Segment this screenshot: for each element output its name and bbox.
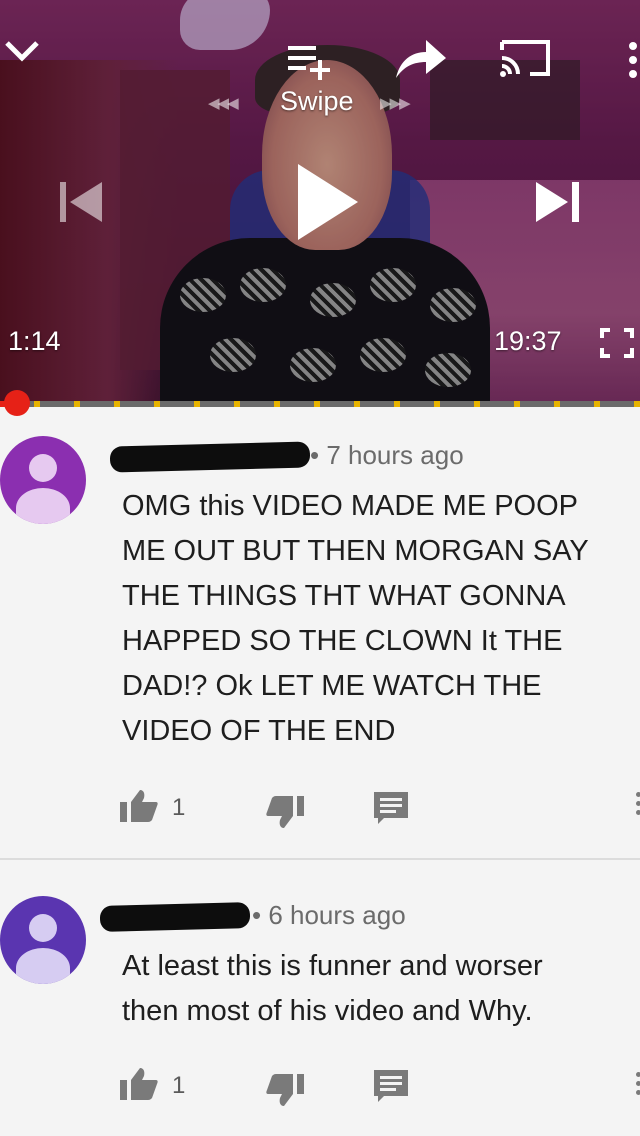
comment-timestamp: • 7 hours ago	[310, 440, 464, 470]
comment-line: At least this is funner and worser	[122, 950, 543, 982]
comment-line: THE THINGS THT WHAT GONNA	[122, 580, 566, 612]
chevron-down-icon[interactable]	[4, 40, 40, 64]
fullscreen-icon[interactable]	[600, 328, 634, 358]
progress-scrubber[interactable]	[4, 390, 30, 416]
comment-actions: 1	[120, 790, 640, 830]
comment-text: OMG this VIDEO MADE ME POOP ME OUT BUT T…	[122, 484, 622, 754]
next-icon[interactable]	[536, 182, 580, 222]
duration: 19:37	[494, 326, 562, 356]
comment-actions: 1	[120, 1068, 640, 1108]
comment-line: ME OUT BUT THEN MORGAN SAY	[122, 535, 589, 567]
like-count: 1	[172, 1072, 186, 1099]
comment-timestamp: • 6 hours ago	[252, 900, 406, 930]
play-icon[interactable]	[298, 164, 358, 240]
comment-line: VIDEO OF THE END	[122, 715, 396, 747]
comment-divider	[0, 858, 640, 860]
swipe-left-arrows: ◀◀◀	[208, 95, 239, 112]
more-vert-icon[interactable]	[636, 1072, 640, 1099]
progress-track[interactable]	[0, 401, 640, 407]
thumbs-down-icon[interactable]	[266, 796, 304, 828]
comment-line: then most of his video and Why.	[122, 995, 533, 1027]
avatar[interactable]	[0, 896, 86, 984]
comment-line: HAPPED SO THE CLOWN It THE	[122, 625, 563, 657]
previous-icon[interactable]	[60, 182, 102, 222]
swipe-right-arrows: ▶▶▶	[380, 95, 411, 112]
thumbs-down-icon[interactable]	[266, 1074, 304, 1106]
reply-icon[interactable]	[374, 792, 408, 826]
redacted-username	[99, 902, 251, 932]
avatar[interactable]	[0, 436, 86, 524]
redacted-username	[109, 441, 311, 473]
swipe-label: Swipe	[280, 86, 354, 116]
more-vert-icon[interactable]	[636, 792, 640, 819]
share-icon[interactable]	[396, 38, 446, 78]
comment-text: At least this is funner and worser then …	[122, 944, 622, 1034]
reply-icon[interactable]	[374, 1070, 408, 1104]
more-vert-icon[interactable]	[627, 42, 639, 82]
thumbs-up-icon[interactable]	[120, 1068, 158, 1100]
video-player[interactable]: ◀◀◀ Swipe ▶▶▶ 1:14 19:37	[0, 0, 640, 402]
comment-line: DAD!? Ok LET ME WATCH THE	[122, 670, 542, 702]
like-count: 1	[172, 794, 186, 821]
add-to-playlist-icon[interactable]	[288, 44, 334, 80]
cast-icon[interactable]	[500, 38, 552, 78]
current-time: 1:14	[8, 326, 61, 356]
comment-line: OMG this VIDEO MADE ME POOP	[122, 490, 579, 522]
thumbs-up-icon[interactable]	[120, 790, 158, 822]
